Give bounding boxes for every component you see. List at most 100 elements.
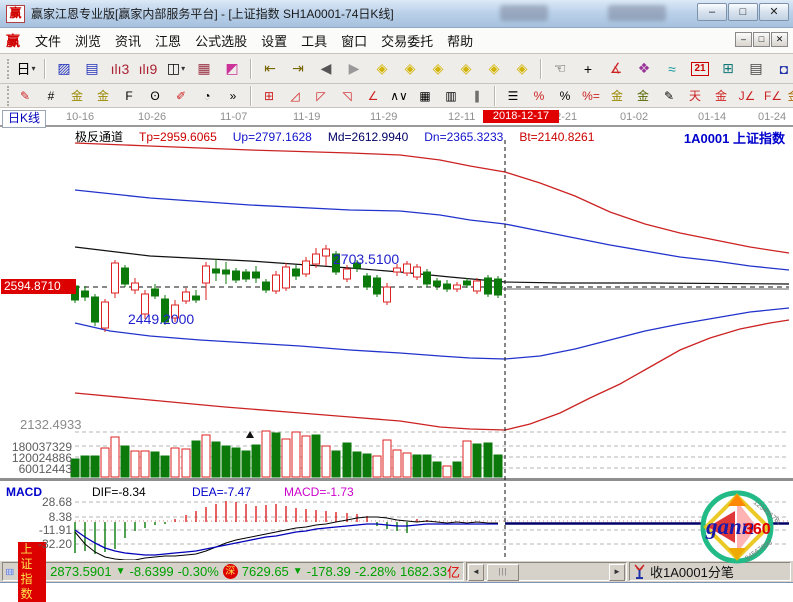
- diamond-left-button[interactable]: ◈: [369, 57, 395, 81]
- dense-grid-button[interactable]: ▦: [413, 85, 437, 106]
- diamond-right-button[interactable]: ◈: [397, 57, 423, 81]
- chart-panel: 日K线 10-1610-2611-0711-1911-2912-1112-210…: [0, 108, 793, 560]
- memo-button[interactable]: ▤: [743, 57, 769, 81]
- minute-9-chart-icon[interactable]: ılı9: [135, 57, 161, 81]
- gold2-angle-glyph: 金∠: [788, 87, 793, 104]
- f-grid-button[interactable]: F: [117, 85, 141, 106]
- menu-item-设置[interactable]: 设置: [254, 28, 294, 53]
- channel-value: Tp=2959.6065: [139, 130, 217, 144]
- kline-period-button[interactable]: 日▾: [13, 57, 39, 81]
- menu-item-文件[interactable]: 文件: [28, 28, 68, 53]
- box-fan-button[interactable]: ◹: [335, 85, 359, 106]
- spiral-tool-glyph: ʘ: [150, 89, 159, 103]
- window-title: 赢家江恩专业版[赢家内部服务平台] - [上证指数 SH1A0001-74日K线…: [31, 5, 394, 22]
- next-bar-button[interactable]: ▶: [341, 57, 367, 81]
- mdi-minimize-button[interactable]: –: [735, 32, 752, 47]
- more-tools-button[interactable]: »: [221, 85, 245, 106]
- index-change-pct: -0.30%: [178, 564, 219, 579]
- fan-lines-button[interactable]: ◿: [283, 85, 307, 106]
- color-flag-chart-icon[interactable]: ◩: [219, 57, 245, 81]
- angle-lines-glyph: ∠: [368, 89, 379, 103]
- angle-lines-button[interactable]: ∠: [361, 85, 385, 106]
- gold-grid-button[interactable]: 金: [65, 85, 89, 106]
- parallel-lines-button[interactable]: ∥: [465, 85, 489, 106]
- maximize-button[interactable]: □: [728, 3, 758, 21]
- menu-item-资讯[interactable]: 资讯: [108, 28, 148, 53]
- menu-items: 文件浏览资讯江恩公式选股设置工具窗口交易委托帮助: [28, 28, 480, 53]
- zigzag-button[interactable]: ∧∨: [387, 85, 411, 106]
- spiral-tool-button[interactable]: ʘ: [143, 85, 167, 106]
- gann-box-button[interactable]: ⊞: [257, 85, 281, 106]
- j-angle-button[interactable]: J∠: [735, 85, 759, 106]
- count-bars-button[interactable]: ☰: [501, 85, 525, 106]
- toolbar-grip[interactable]: [7, 86, 9, 106]
- menu-item-公式选股[interactable]: 公式选股: [188, 28, 254, 53]
- half-grid-button[interactable]: ▥: [439, 85, 463, 106]
- scroll-left-button[interactable]: ◄: [468, 564, 484, 581]
- shenzhen-badge-icon[interactable]: 深: [223, 564, 238, 579]
- calculator-button[interactable]: ⊞: [715, 57, 741, 81]
- menu-item-浏览[interactable]: 浏览: [68, 28, 108, 53]
- candle-style-button[interactable]: ◫▾: [163, 57, 189, 81]
- sky-wave-button[interactable]: 天: [683, 85, 707, 106]
- gold-levels-button[interactable]: 金: [631, 85, 655, 106]
- menu-item-工具[interactable]: 工具: [294, 28, 334, 53]
- minute-3-chart-icon[interactable]: ılı3: [107, 57, 133, 81]
- minimize-button[interactable]: –: [697, 3, 727, 21]
- indicator-name: 极反通道: [75, 130, 123, 144]
- menu-item-江恩[interactable]: 江恩: [148, 28, 188, 53]
- ruler-pen-button[interactable]: ✐: [169, 85, 193, 106]
- app-logo-icon: 赢: [6, 5, 25, 23]
- first-bar-button[interactable]: ⇤: [257, 57, 283, 81]
- sz-value: 7629.65: [242, 564, 289, 579]
- menu-item-帮助[interactable]: 帮助: [440, 28, 480, 53]
- percent-line-button[interactable]: %: [527, 85, 551, 106]
- gann-wheel-button[interactable]: ❖: [631, 57, 657, 81]
- report-list-icon-glyph: ▤: [85, 60, 98, 77]
- diamond-move-button[interactable]: ◈: [481, 57, 507, 81]
- trend-picture-icon[interactable]: ▨: [51, 57, 77, 81]
- diamond-center-glyph: ◈: [517, 60, 528, 77]
- toolbar-grip[interactable]: [7, 59, 9, 79]
- angle-compass-button[interactable]: ∡: [603, 57, 629, 81]
- brush-tool-button[interactable]: ✎: [13, 85, 37, 106]
- pen-tool-button[interactable]: ✎: [657, 85, 681, 106]
- market-table-icon[interactable]: [6, 565, 14, 579]
- clock-cycle-button[interactable]: ◔: [195, 85, 219, 106]
- gold-angle-button[interactable]: 金: [709, 85, 733, 106]
- gold2-angle-button[interactable]: 金∠: [787, 85, 793, 106]
- prev-bar-button[interactable]: ◀: [313, 57, 339, 81]
- gold-circle-button[interactable]: 金: [605, 85, 629, 106]
- last-bar-button[interactable]: ⇥: [285, 57, 311, 81]
- menu-item-交易委托[interactable]: 交易委托: [374, 28, 440, 53]
- diamond-expand-button[interactable]: ◈: [425, 57, 451, 81]
- close-button[interactable]: ✕: [759, 3, 789, 21]
- report-list-icon[interactable]: ▤: [79, 57, 105, 81]
- f-angle-button[interactable]: F∠: [761, 85, 785, 106]
- save-button[interactable]: ◘: [771, 57, 793, 81]
- info-board-icon[interactable]: ▦: [191, 57, 217, 81]
- scrollbar-thumb[interactable]: |||: [487, 564, 519, 581]
- scroll-right-button[interactable]: ►: [609, 564, 625, 581]
- menu-bar: 赢 文件浏览资讯江恩公式选股设置工具窗口交易委托帮助: [0, 28, 793, 54]
- down-arrow-icon: ▼: [116, 566, 126, 577]
- period-selector[interactable]: 日K线: [2, 110, 46, 128]
- fan-box-button[interactable]: ◸: [309, 85, 333, 106]
- memo-glyph: ▤: [749, 60, 762, 77]
- svg-text:360: 360: [744, 521, 771, 538]
- symbol-label: 1A0001 上证指数: [684, 128, 785, 147]
- diamond-shrink-button[interactable]: ◈: [453, 57, 479, 81]
- wave-tool-button[interactable]: ≈: [659, 57, 685, 81]
- diamond-center-button[interactable]: ◈: [509, 57, 535, 81]
- horizontal-scrollbar[interactable]: ◄ ||| ►: [466, 562, 627, 581]
- crosshair-tool-button[interactable]: +: [575, 57, 601, 81]
- menu-item-窗口[interactable]: 窗口: [334, 28, 374, 53]
- percent-levels-button[interactable]: %=: [579, 85, 603, 106]
- mdi-restore-button[interactable]: □: [753, 32, 770, 47]
- grid-tool-button[interactable]: #: [39, 85, 63, 106]
- mdi-close-button[interactable]: ✕: [771, 32, 788, 47]
- hand-tool-button[interactable]: ☜: [547, 57, 573, 81]
- gold-grid2-button[interactable]: 金: [91, 85, 115, 106]
- calendar-button[interactable]: 21: [687, 57, 713, 81]
- percent-button[interactable]: %: [553, 85, 577, 106]
